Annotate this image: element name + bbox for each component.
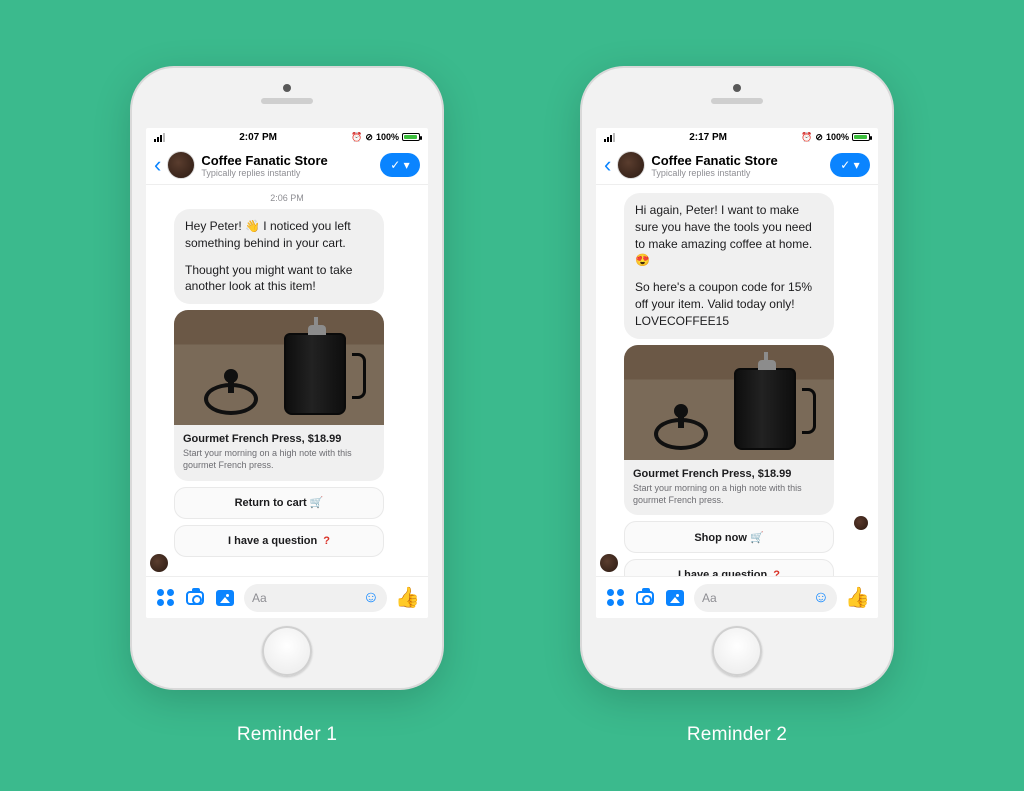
home-button[interactable]: [712, 626, 762, 676]
more-actions-button[interactable]: [604, 589, 626, 606]
product-title: Gourmet French Press, $18.99: [633, 467, 825, 481]
status-bar: 2:17 PM ⏰ ⊘ 100%: [596, 128, 878, 146]
store-name: Coffee Fanatic Store: [651, 153, 824, 168]
speaker: [261, 98, 313, 104]
product-subtitle: Start your morning on a high note with t…: [633, 483, 825, 506]
back-button[interactable]: ‹: [604, 154, 611, 176]
back-button[interactable]: ‹: [154, 154, 161, 176]
clock: 2:17 PM: [689, 132, 727, 143]
phone-reminder-2: 2:17 PM ⏰ ⊘ 100% ‹ Coffee Fanatic Store …: [582, 68, 892, 746]
input-placeholder: Aa: [252, 591, 267, 605]
chat-header: ‹ Coffee Fanatic Store Typically replies…: [146, 146, 428, 185]
sender-avatar: [600, 554, 618, 572]
front-camera: [733, 84, 741, 92]
emoji-button[interactable]: ☺: [363, 589, 379, 607]
button-label: I have a question: [228, 535, 317, 547]
screen: 2:17 PM ⏰ ⊘ 100% ‹ Coffee Fanatic Store …: [596, 128, 878, 618]
message-line: So here's a coupon code for 15% off your…: [635, 279, 823, 329]
read-receipt-avatar: [854, 516, 868, 530]
message-timestamp: 2:06 PM: [156, 193, 418, 203]
status-bar: 2:07 PM ⏰ ⊘ 100%: [146, 128, 428, 146]
product-image: [174, 310, 384, 425]
camera-button[interactable]: [184, 591, 206, 605]
message-bubble: Hi again, Peter! I want to make sure you…: [624, 193, 834, 339]
gallery-button[interactable]: [214, 590, 236, 606]
rotation-lock-icon: ⊘: [365, 132, 373, 143]
mark-read-button[interactable]: ✓ ▾: [830, 153, 870, 177]
message-input[interactable]: Aa ☺: [694, 584, 837, 612]
chat-header: ‹ Coffee Fanatic Store Typically replies…: [596, 146, 878, 185]
store-name: Coffee Fanatic Store: [201, 153, 374, 168]
store-subtitle: Typically replies instantly: [201, 168, 374, 178]
product-card[interactable]: Gourmet French Press, $18.99 Start your …: [624, 345, 834, 516]
clock: 2:07 PM: [239, 132, 277, 143]
message-line: Hey Peter! 👋 I noticed you left somethin…: [185, 218, 373, 252]
store-subtitle: Typically replies instantly: [651, 168, 824, 178]
camera-button[interactable]: [634, 591, 656, 605]
question-button[interactable]: I have a question ?: [174, 525, 384, 557]
more-actions-button[interactable]: [154, 589, 176, 606]
signal-icon: [154, 133, 165, 142]
phone-frame: 2:07 PM ⏰ ⊘ 100% ‹ Coffee Fanatic Store …: [132, 68, 442, 688]
question-icon: ?: [773, 569, 780, 576]
like-button[interactable]: 👍: [395, 585, 420, 610]
phone-reminder-1: 2:07 PM ⏰ ⊘ 100% ‹ Coffee Fanatic Store …: [132, 68, 442, 746]
message-input[interactable]: Aa ☺: [244, 584, 387, 612]
question-icon: ?: [323, 535, 330, 547]
message-line: Thought you might want to take another l…: [185, 262, 373, 296]
return-to-cart-button[interactable]: Return to cart 🛒: [174, 487, 384, 519]
input-placeholder: Aa: [702, 591, 717, 605]
alarm-icon: ⏰: [801, 132, 812, 143]
screen: 2:07 PM ⏰ ⊘ 100% ‹ Coffee Fanatic Store …: [146, 128, 428, 618]
product-title: Gourmet French Press, $18.99: [183, 432, 375, 446]
message-line: Hi again, Peter! I want to make sure you…: [635, 202, 823, 269]
home-button[interactable]: [262, 626, 312, 676]
chat-body[interactable]: Hi again, Peter! I want to make sure you…: [596, 185, 878, 576]
question-button[interactable]: I have a question ?: [624, 559, 834, 576]
emoji-button[interactable]: ☺: [813, 589, 829, 607]
battery-percent: 100%: [376, 132, 399, 142]
speaker: [711, 98, 763, 104]
product-card[interactable]: Gourmet French Press, $18.99 Start your …: [174, 310, 384, 481]
button-label: I have a question: [678, 569, 767, 576]
sender-avatar: [150, 554, 168, 572]
battery-percent: 100%: [826, 132, 849, 142]
store-avatar[interactable]: [167, 151, 195, 179]
composer: Aa ☺ 👍: [596, 576, 878, 618]
caption: Reminder 2: [687, 724, 787, 746]
button-label: Shop now 🛒: [694, 531, 763, 544]
gallery-button[interactable]: [664, 590, 686, 606]
shop-now-button[interactable]: Shop now 🛒: [624, 521, 834, 553]
alarm-icon: ⏰: [351, 132, 362, 143]
signal-icon: [604, 133, 615, 142]
chat-body[interactable]: 2:06 PM Hey Peter! 👋 I noticed you left …: [146, 185, 428, 576]
store-avatar[interactable]: [617, 151, 645, 179]
rotation-lock-icon: ⊘: [815, 132, 823, 143]
like-button[interactable]: 👍: [845, 585, 870, 610]
phone-frame: 2:17 PM ⏰ ⊘ 100% ‹ Coffee Fanatic Store …: [582, 68, 892, 688]
product-image: [624, 345, 834, 460]
button-label: Return to cart 🛒: [235, 496, 324, 509]
composer: Aa ☺ 👍: [146, 576, 428, 618]
battery-icon: [402, 133, 420, 141]
mark-read-button[interactable]: ✓ ▾: [380, 153, 420, 177]
caption: Reminder 1: [237, 724, 337, 746]
message-bubble: Hey Peter! 👋 I noticed you left somethin…: [174, 209, 384, 304]
front-camera: [283, 84, 291, 92]
product-subtitle: Start your morning on a high note with t…: [183, 448, 375, 471]
battery-icon: [852, 133, 870, 141]
